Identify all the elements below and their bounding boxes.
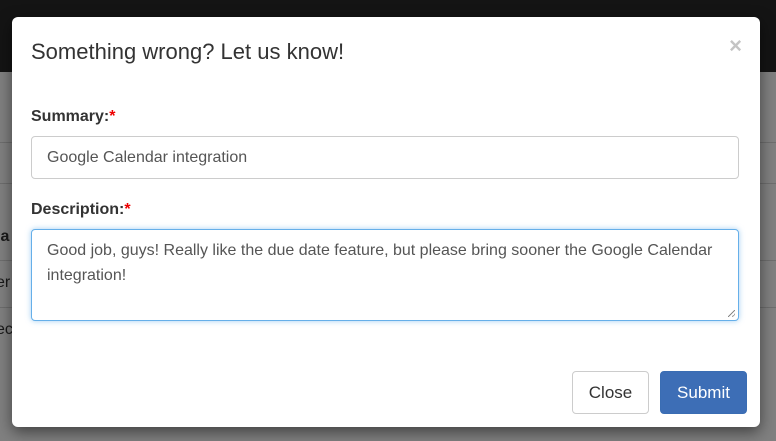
summary-label-text: Summary: [31,108,110,125]
summary-input[interactable]: Google Calendar integration [31,136,739,179]
submit-button[interactable]: Submit [660,371,747,414]
required-mark: * [124,201,131,218]
close-button[interactable]: Close [572,371,649,414]
background-text: ec [0,321,13,338]
description-text: Good job, guys! Really like the due date… [47,242,713,284]
description-label: Description:* [31,201,131,219]
description-label-text: Description: [31,201,125,218]
resize-handle-icon[interactable] [728,310,735,317]
background-text: la [0,228,10,245]
background-text: er [0,274,11,291]
required-mark: * [109,108,116,125]
modal-title: Something wrong? Let us know! [31,39,345,64]
close-icon[interactable]: × [729,33,742,59]
summary-label: Summary:* [31,108,115,126]
description-textarea[interactable]: Good job, guys! Really like the due date… [31,229,739,321]
feedback-modal: Something wrong? Let us know! × Summary:… [12,17,760,427]
